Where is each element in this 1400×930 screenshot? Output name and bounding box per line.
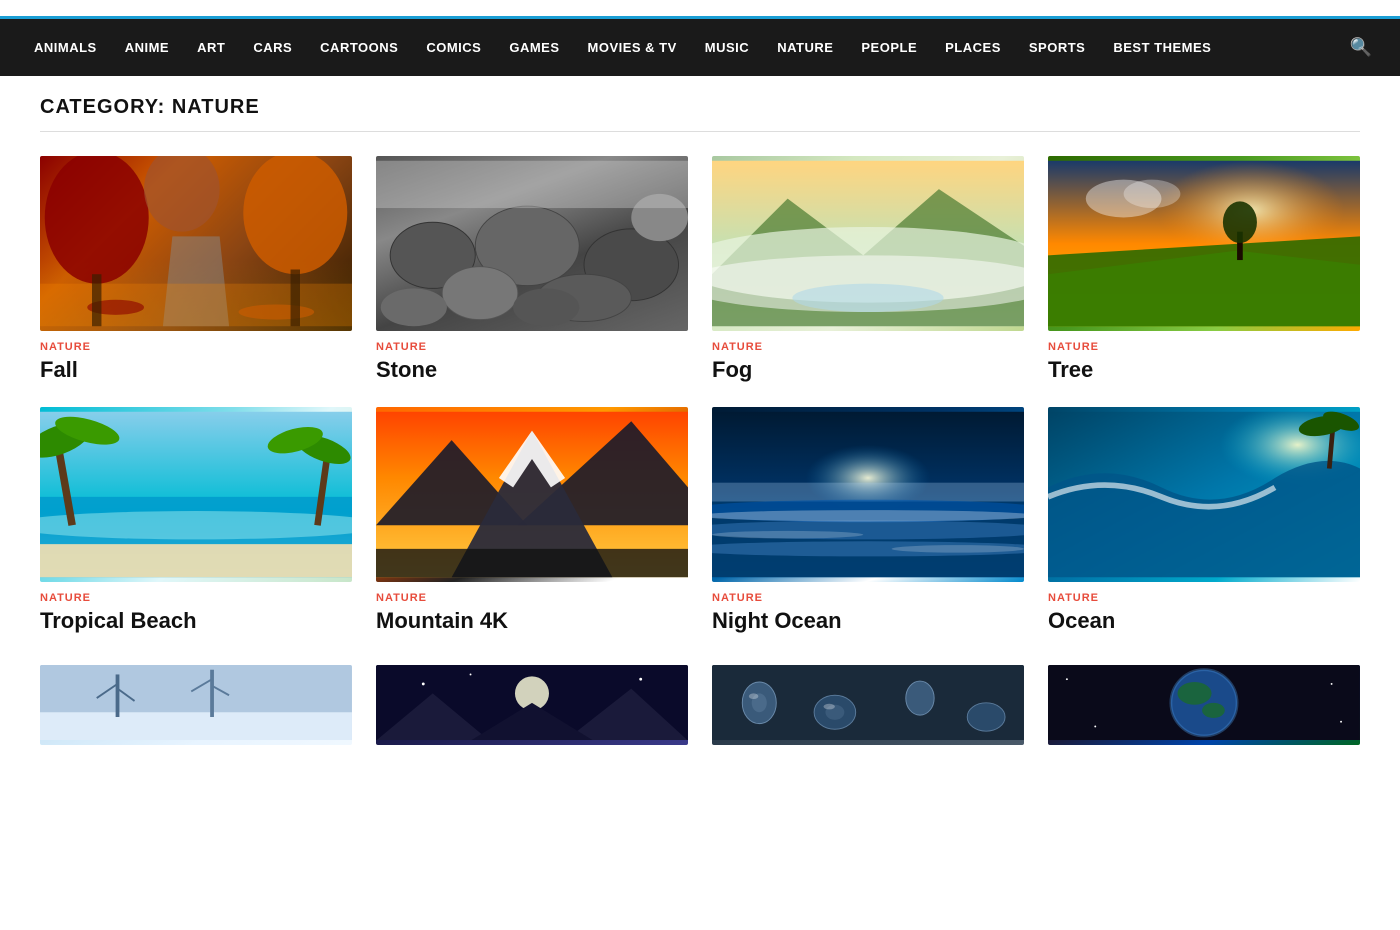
card-image-ocean [1048,407,1360,582]
card-fog[interactable]: NATURE Fog [712,156,1024,383]
nav-item-best-themes[interactable]: BEST THEMES [1099,22,1225,73]
card-mountain[interactable]: NATURE Mountain 4K [376,407,688,634]
cards-grid: NATURE Fall NATURE [40,156,1360,635]
card-tree[interactable]: NATURE Tree [1048,156,1360,383]
logo-bar [0,0,1400,19]
category-title: CATEGORY: NATURE [40,96,1360,132]
card-category-ocean: NATURE [1048,592,1360,604]
nav-item-comics[interactable]: COMICS [412,22,495,73]
card-image-fall [40,156,352,331]
card-image-partial-2 [376,665,688,745]
card-category-tree: NATURE [1048,341,1360,353]
nav-items-container: ANIMALS ANIME ART CARS CARTOONS COMICS G… [20,22,1225,73]
card-image-partial-4 [1048,665,1360,745]
card-image-tropical-beach [40,407,352,582]
card-image-partial-3 [712,665,1024,745]
nav-item-movies-tv[interactable]: MOVIES & TV [574,22,691,73]
card-partial-4[interactable] [1048,665,1360,745]
card-night-ocean[interactable]: NATURE Night Ocean [712,407,1024,634]
card-title-tropical-beach: Tropical Beach [40,608,352,634]
main-nav: ANIMALS ANIME ART CARS CARTOONS COMICS G… [0,19,1400,76]
card-image-mountain [376,407,688,582]
card-image-night-ocean [712,407,1024,582]
nav-item-cartoons[interactable]: CARTOONS [306,22,412,73]
nav-item-places[interactable]: PLACES [931,22,1015,73]
card-category-fall: NATURE [40,341,352,353]
card-partial-1[interactable] [40,665,352,745]
card-category-stone: NATURE [376,341,688,353]
nav-item-cars[interactable]: CARS [239,22,306,73]
card-title-tree: Tree [1048,357,1360,383]
card-category-tropical-beach: NATURE [40,592,352,604]
card-title-fog: Fog [712,357,1024,383]
card-partial-3[interactable] [712,665,1024,745]
card-ocean[interactable]: NATURE Ocean [1048,407,1360,634]
page-content: CATEGORY: NATURE [20,76,1380,765]
nav-item-sports[interactable]: SPORTS [1015,22,1099,73]
card-image-stone [376,156,688,331]
nav-item-nature[interactable]: NATURE [763,22,847,73]
nav-item-anime[interactable]: ANIME [111,22,183,73]
card-image-partial-1 [40,665,352,745]
card-fall[interactable]: NATURE Fall [40,156,352,383]
card-image-fog [712,156,1024,331]
nav-item-art[interactable]: ART [183,22,239,73]
card-title-mountain: Mountain 4K [376,608,688,634]
partial-cards-row [40,665,1360,745]
search-icon[interactable]: 🔍 [1342,19,1380,76]
card-partial-2[interactable] [376,665,688,745]
card-title-fall: Fall [40,357,352,383]
card-tropical-beach[interactable]: NATURE Tropical Beach [40,407,352,634]
nav-item-music[interactable]: MUSIC [691,22,763,73]
card-category-mountain: NATURE [376,592,688,604]
card-title-night-ocean: Night Ocean [712,608,1024,634]
card-category-fog: NATURE [712,341,1024,353]
card-category-night-ocean: NATURE [712,592,1024,604]
card-title-stone: Stone [376,357,688,383]
nav-item-people[interactable]: PEOPLE [847,22,931,73]
nav-item-games[interactable]: GAMES [495,22,573,73]
card-image-tree [1048,156,1360,331]
nav-item-animals[interactable]: ANIMALS [20,22,111,73]
card-title-ocean: Ocean [1048,608,1360,634]
card-stone[interactable]: NATURE Stone [376,156,688,383]
